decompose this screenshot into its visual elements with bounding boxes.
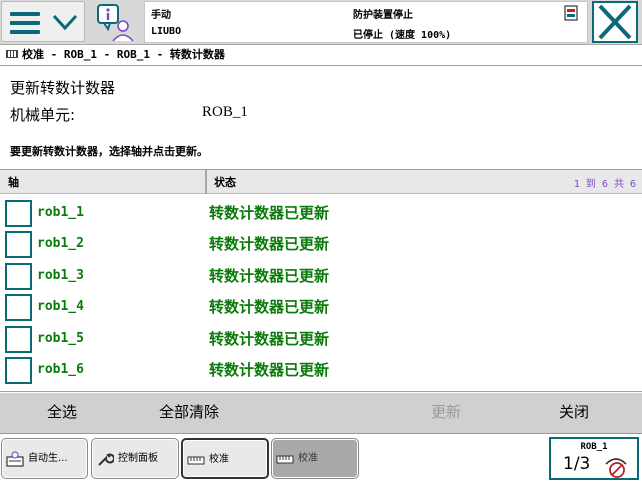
mechanical-unit-badge[interactable]: ROB_1 1/3 [549, 437, 639, 480]
column-header-axis[interactable]: 轴 [8, 174, 19, 190]
table-row[interactable]: rob1_2 转数计数器已更新 [0, 228, 642, 259]
task-label: 校准 [209, 454, 229, 465]
guard-status: 防护装置停止 [353, 10, 413, 21]
axis-status: 转数计数器已更新 [209, 330, 330, 348]
axis-checkbox[interactable] [5, 294, 32, 321]
taskbar: 自动生... 控制面板 校准 校准 ROB_1 1/3 [0, 435, 642, 482]
axis-checkbox[interactable] [5, 263, 32, 290]
select-all-button[interactable]: 全选 [47, 401, 77, 422]
table-header: 轴 状态 1 到 6 共 6 [0, 170, 642, 194]
robot-name: ROB_1 [580, 442, 608, 452]
mechanical-unit-value: ROB_1 [202, 104, 248, 120]
top-bar: 手动 LIUBO 防护装置停止 已停止 (速度 100%) [0, 0, 642, 45]
axis-name: rob1_6 [37, 362, 84, 377]
action-bar: 全选 全部清除 更新 关闭 [0, 393, 642, 434]
close-x-icon [598, 4, 632, 40]
breadcrumb: 校准 - ROB_1 - ROB_1 - 转数计数器 [0, 45, 642, 66]
close-button[interactable] [592, 1, 638, 43]
axis-checkbox[interactable] [5, 231, 32, 258]
mechanical-unit-icon [605, 458, 627, 478]
task-label: 自动生... [28, 453, 68, 464]
table-row[interactable]: rob1_4 转数计数器已更新 [0, 291, 642, 322]
axis-status: 转数计数器已更新 [209, 298, 330, 316]
column-divider[interactable] [205, 170, 207, 194]
table-row[interactable]: rob1_6 转数计数器已更新 [0, 354, 642, 385]
task-label: 控制面板 [118, 453, 158, 464]
calibration-icon [6, 50, 18, 58]
page-title: 更新转数计数器 [10, 79, 116, 97]
task-label: 校准 [298, 453, 318, 464]
clear-all-button[interactable]: 全部清除 [159, 401, 219, 422]
row-count: 1 到 6 共 6 [573, 179, 636, 190]
close-action-button[interactable]: 关闭 [559, 401, 589, 422]
wrench-icon [98, 453, 114, 466]
event-log-icon [564, 5, 578, 21]
table-row[interactable]: rob1_5 转数计数器已更新 [0, 323, 642, 354]
axis-status: 转数计数器已更新 [209, 235, 330, 253]
status-panel[interactable]: 手动 LIUBO 防护装置停止 已停止 (速度 100%) [144, 1, 588, 43]
axis-name: rob1_5 [37, 331, 84, 346]
axis-status: 转数计数器已更新 [209, 361, 330, 379]
axis-checkbox[interactable] [5, 357, 32, 384]
instruction-text: 要更新转数计数器，选择轴并点击更新。 [10, 145, 208, 158]
axis-table: 轴 状态 1 到 6 共 6 rob1_1 转数计数器已更新 rob1_2 转数… [0, 169, 642, 392]
auto-production-icon [6, 451, 24, 467]
calibration-icon [276, 455, 294, 464]
run-state: 已停止 (速度 100%) [353, 30, 452, 41]
chevron-down-icon [52, 14, 78, 31]
info-person-icon[interactable] [96, 3, 136, 43]
breadcrumb-text: 校准 - ROB_1 - ROB_1 - 转数计数器 [22, 48, 225, 61]
mechanical-unit-label: 机械单元: [10, 106, 76, 124]
controller-name: LIUBO [151, 26, 182, 37]
table-row[interactable]: rob1_1 转数计数器已更新 [0, 197, 642, 228]
axis-checkbox[interactable] [5, 200, 32, 227]
main-menu-button[interactable] [1, 1, 85, 42]
axis-name: rob1_3 [37, 268, 84, 283]
axis-checkbox[interactable] [5, 326, 32, 353]
task-calibration[interactable]: 校准 [271, 438, 359, 479]
axis-name: rob1_2 [37, 236, 84, 251]
task-calibration-active[interactable]: 校准 [181, 438, 269, 479]
axis-status: 转数计数器已更新 [209, 267, 330, 285]
table-row[interactable]: rob1_3 转数计数器已更新 [0, 260, 642, 291]
axis-name: rob1_4 [37, 299, 84, 314]
update-button[interactable]: 更新 [431, 401, 461, 422]
calibration-icon [187, 456, 205, 465]
task-auto-production[interactable]: 自动生... [1, 438, 88, 479]
axis-name: rob1_1 [37, 205, 84, 220]
column-header-status[interactable]: 状态 [214, 174, 236, 190]
task-control-panel[interactable]: 控制面板 [91, 438, 179, 479]
axis-status: 转数计数器已更新 [209, 204, 330, 222]
unit-fraction: 1/3 [563, 454, 591, 474]
hamburger-menu-icon [10, 12, 40, 34]
operating-mode: 手动 [151, 10, 171, 21]
